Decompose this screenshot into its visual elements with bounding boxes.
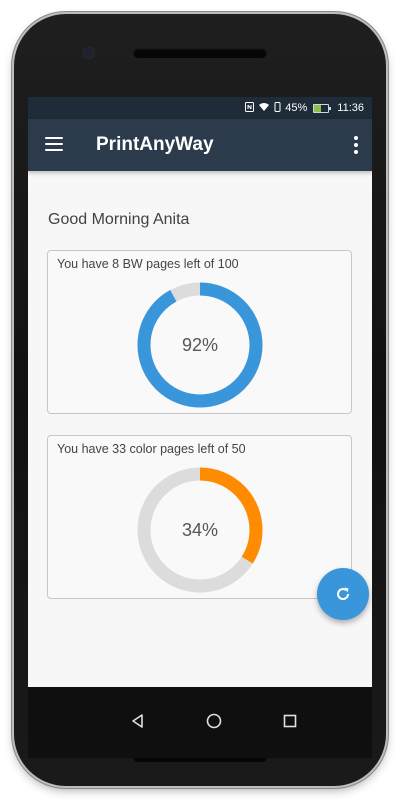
battery-icon <box>313 103 332 113</box>
bw-pages-percent: 92% <box>181 334 219 355</box>
back-button[interactable] <box>122 705 154 737</box>
home-button[interactable] <box>198 705 230 737</box>
color-pages-card: You have 33 color pages left of 50 34% <box>47 435 352 599</box>
app-title: PrintAnyWay <box>96 134 214 155</box>
bw-pages-label: You have 8 BW pages left of 100 <box>57 257 239 271</box>
vibrate-icon <box>274 101 281 115</box>
refresh-button[interactable] <box>317 568 369 620</box>
refresh-icon <box>337 587 350 600</box>
more-vertical-icon[interactable] <box>354 136 358 154</box>
recents-icon <box>283 714 297 728</box>
hamburger-menu-icon[interactable] <box>45 137 63 151</box>
front-camera <box>84 48 94 58</box>
recents-button[interactable] <box>274 705 306 737</box>
battery-percent: 45% <box>285 102 308 114</box>
color-pages-percent: 34% <box>181 519 219 540</box>
nfc-icon <box>245 101 255 115</box>
clock: 11:36 <box>337 102 364 114</box>
bw-pages-card: You have 8 BW pages left of 100 92% <box>47 250 352 414</box>
screen: 45% 11:36 PrintAnyWay Good Morning Anita… <box>28 97 372 758</box>
home-icon <box>206 713 222 729</box>
app-bar: PrintAnyWay <box>28 119 372 171</box>
wifi-icon <box>258 102 270 115</box>
color-pages-label: You have 33 color pages left of 50 <box>57 442 246 456</box>
greeting-text: Good Morning Anita <box>48 211 190 228</box>
navigation-bar <box>28 687 372 758</box>
phone-frame: 45% 11:36 PrintAnyWay Good Morning Anita… <box>14 14 386 786</box>
status-bar: 45% 11:36 <box>28 97 372 119</box>
top-speaker <box>133 48 267 58</box>
back-icon <box>132 714 143 728</box>
